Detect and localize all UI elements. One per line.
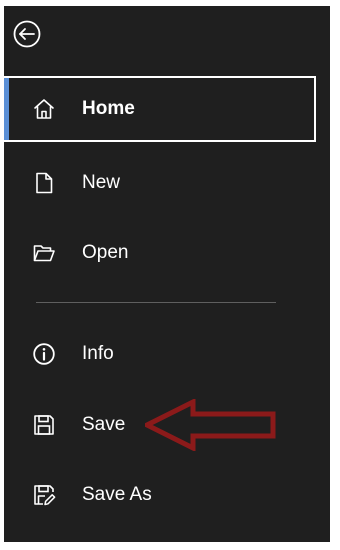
annotation-arrow (145, 399, 280, 451)
save-as-icon (32, 483, 56, 507)
home-icon (32, 97, 56, 121)
nav-item-label: Home (82, 98, 135, 119)
nav-item-label: Save (82, 414, 126, 435)
nav-item-label: Info (82, 343, 114, 364)
info-icon (32, 342, 56, 366)
back-button[interactable] (12, 19, 42, 49)
nav-item-label: New (82, 172, 121, 193)
nav-item-label: Save As (82, 484, 152, 505)
nav-item-info[interactable]: Info (4, 321, 316, 387)
menu-divider (36, 302, 276, 303)
backstage-panel: Home New Open Info Save Save As (4, 6, 330, 542)
nav-item-home[interactable]: Home (4, 76, 316, 142)
open-folder-icon (32, 241, 56, 265)
back-arrow-circle-icon (13, 20, 41, 48)
nav-item-save-as[interactable]: Save As (4, 462, 316, 528)
save-icon (32, 413, 56, 437)
new-document-icon (32, 171, 56, 195)
nav-item-new[interactable]: New (4, 150, 316, 216)
nav-item-open[interactable]: Open (4, 220, 316, 286)
selection-accent-bar (4, 78, 9, 140)
nav-item-label: Open (82, 242, 129, 263)
